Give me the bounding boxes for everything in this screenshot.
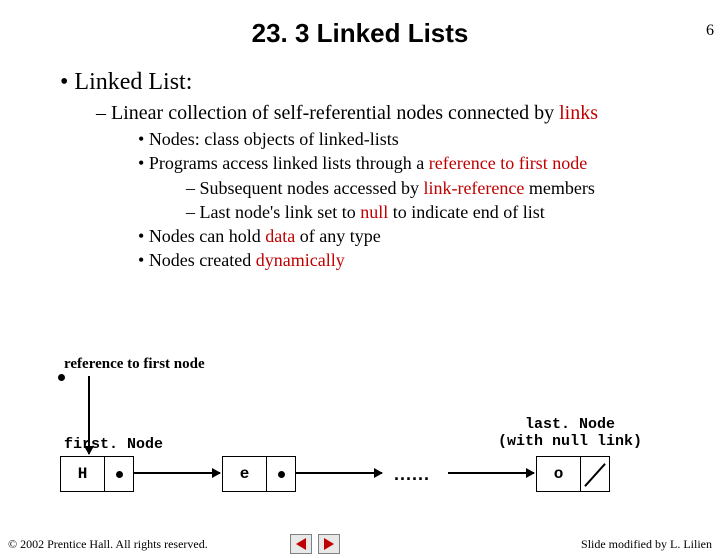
arrow-right-icon (296, 472, 382, 474)
footer: © 2002 Prentice Hall. All rights reserve… (8, 537, 712, 552)
node-2-value: e (223, 457, 267, 491)
credit-text: Slide modified by L. Lilien (581, 537, 712, 552)
bullet-level4-a: – Subsequent nodes accessed by link-refe… (186, 176, 700, 200)
pointer-dot-icon (116, 471, 123, 478)
null-slash-icon (584, 463, 606, 487)
last-node-l1: last. Node (525, 416, 615, 433)
b4a-red: link-reference (423, 178, 524, 198)
bullet-level1: • Linked List: (60, 69, 700, 96)
bullet-level3-a: • Nodes: class objects of linked-lists (138, 127, 700, 151)
b3b-pre: Programs access linked lists through a (149, 153, 429, 173)
b3a-text: Nodes: class objects of linked-lists (149, 129, 399, 149)
b4b-post: to indicate end of list (388, 202, 544, 222)
node-2: e (222, 456, 296, 492)
copyright-text: © 2002 Prentice Hall. All rights reserve… (8, 537, 208, 552)
content-area: • Linked List: – Linear collection of se… (0, 69, 720, 273)
bullet-level3-c: • Nodes can hold data of any type (138, 224, 700, 248)
b1-text: Linked List: (74, 69, 192, 95)
node-1-pointer (105, 457, 133, 491)
last-node-label: last. Node (with null link) (470, 416, 670, 450)
bullet-level3-d: • Nodes created dynamically (138, 248, 700, 272)
reference-label: reference to first node (64, 356, 205, 373)
pointer-dot-icon (278, 471, 285, 478)
b3b-red: reference to first node (429, 153, 587, 173)
b4b-pre: Last node's link set to (200, 202, 361, 222)
slide-title: 23. 3 Linked Lists (0, 18, 720, 49)
node-3-value: o (537, 457, 581, 491)
linked-list-diagram: reference to first node first. Node last… (0, 348, 720, 528)
node-1-value: H (61, 457, 105, 491)
prev-button[interactable] (290, 534, 312, 554)
b3d-pre: Nodes created (149, 250, 256, 270)
node-3-pointer-null (581, 457, 609, 491)
bullet-level4-b: – Last node's link set to null to indica… (186, 200, 700, 224)
b4a-post: members (524, 178, 594, 198)
b3d-red: dynamically (256, 250, 345, 270)
b3c-post: of any type (295, 226, 380, 246)
node-1: H (60, 456, 134, 492)
arrow-right-icon (448, 472, 534, 474)
last-node-l2: (with null link) (498, 433, 642, 450)
first-node-label: first. Node (64, 436, 163, 453)
node-2-pointer (267, 457, 295, 491)
bullet-level3-b: • Programs access linked lists through a… (138, 151, 700, 175)
ellipsis: ...... (394, 464, 430, 485)
next-button[interactable] (318, 534, 340, 554)
nav-buttons (290, 534, 340, 554)
b3c-pre: Nodes can hold (149, 226, 265, 246)
b4a-pre: Subsequent nodes accessed by (200, 178, 424, 198)
page-number: 6 (706, 22, 714, 40)
arrow-right-icon (134, 472, 220, 474)
reference-dot (58, 374, 65, 381)
bullet-level2: – Linear collection of self-referential … (96, 102, 700, 125)
b4b-red: null (360, 202, 388, 222)
b2-link: links (559, 102, 598, 124)
b2-pre: Linear collection of self-referential no… (111, 102, 559, 124)
b3c-red: data (265, 226, 295, 246)
node-3: o (536, 456, 610, 492)
